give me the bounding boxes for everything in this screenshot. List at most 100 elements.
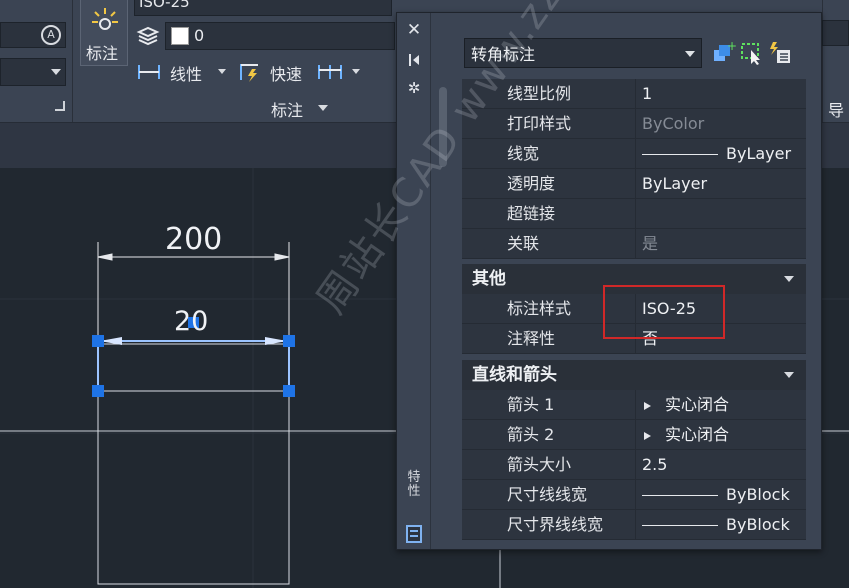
property-value: 实心闭合 [665, 425, 730, 444]
property-name: 关联 [498, 229, 636, 259]
dim-style-field[interactable]: ISO-25 [134, 0, 392, 16]
continue-dimension-icon [318, 65, 342, 79]
row-gutter [462, 450, 498, 480]
property-row-dimline-lineweight[interactable]: 尺寸线线宽 ByBlock [434, 480, 806, 510]
lineweight-sample [642, 525, 718, 526]
dimension-large-button[interactable]: 标注 [80, 0, 128, 66]
palette-properties-icon[interactable] [406, 525, 422, 543]
property-row-arrow-1[interactable]: 箭头 1 实心闭合 [434, 390, 806, 420]
layer-value: 0 [194, 26, 205, 45]
dimension-group-label: 标注 [271, 101, 304, 120]
palette-side-strip: ✕ ✲ 特性 [397, 13, 431, 549]
dimension-20-text: 20 [174, 306, 209, 337]
quick-dim-button[interactable]: 快速 [238, 58, 312, 84]
chevron-down-icon [784, 372, 794, 378]
ribbon-left-dropdown[interactable] [0, 58, 66, 86]
property-value-line[interactable]: ByBlock [636, 510, 806, 540]
row-gutter [462, 199, 498, 229]
property-value: ByLayer [726, 144, 792, 163]
grip-handle [92, 335, 104, 347]
ribbon-right-edge-label: 导 [828, 101, 845, 120]
property-value: 是 [636, 229, 806, 259]
category-lines-arrows[interactable]: 直线和箭头 [462, 360, 806, 390]
property-value-arrow[interactable]: 实心闭合 [636, 420, 806, 450]
ribbon-divider [822, 0, 823, 122]
row-gutter [462, 169, 498, 199]
property-name: 箭头 1 [498, 390, 636, 420]
arrowhead-icon [644, 401, 651, 410]
property-value-arrow[interactable]: 实心闭合 [636, 390, 806, 420]
ribbon-left-field-1[interactable]: A [0, 22, 66, 48]
property-value: ByBlock [726, 515, 790, 534]
quick-dimension-icon [240, 64, 258, 82]
row-gutter [462, 480, 498, 510]
dim-style-value: ISO-25 [139, 0, 190, 11]
row-gutter [462, 510, 498, 540]
property-row-lineweight[interactable]: 线宽 ByLayer [434, 139, 806, 169]
property-value[interactable]: 2.5 [636, 450, 806, 480]
lineweight-sample [642, 154, 718, 155]
linear-dimension-icon [138, 65, 160, 79]
dimension-panel-title[interactable]: 标注 [240, 96, 350, 120]
property-value: ByColor [636, 109, 806, 139]
property-name: 线宽 [498, 139, 636, 169]
dimension-large-label: 标注 [86, 44, 119, 63]
grip-handle [283, 385, 295, 397]
category-label: 直线和箭头 [472, 365, 557, 385]
property-name: 打印样式 [498, 109, 636, 139]
dimension-200-text: 200 [165, 222, 223, 257]
auto-hide-icon[interactable] [405, 51, 423, 69]
chevron-down-icon[interactable] [218, 69, 226, 74]
property-value[interactable]: ByLayer [636, 169, 806, 199]
row-gutter [462, 229, 498, 259]
palette-title: 特性 [407, 470, 421, 499]
drawing-rectangle [97, 343, 290, 585]
property-row-arrow-size[interactable]: 箭头大小 2.5 [434, 450, 806, 480]
property-row-associative[interactable]: 关联 是 [434, 229, 806, 259]
grip-handle [283, 335, 295, 347]
property-name: 超链接 [498, 199, 636, 229]
chevron-down-icon [51, 69, 61, 75]
property-row-arrow-2[interactable]: 箭头 2 实心闭合 [434, 420, 806, 450]
property-name: 箭头大小 [498, 450, 636, 480]
property-name: 线型比例 [498, 79, 636, 109]
panel-launcher-icon[interactable] [55, 101, 65, 111]
linear-label: 线性 [170, 65, 203, 84]
grip-handle [92, 385, 104, 397]
gear-icon[interactable]: ✲ [405, 79, 423, 97]
layers-icon[interactable] [136, 24, 160, 46]
continue-dim-button[interactable] [316, 58, 364, 84]
lineweight-sample [642, 495, 718, 496]
arrowhead-icon [644, 431, 651, 440]
property-value: ByBlock [726, 485, 790, 504]
row-gutter [462, 420, 498, 450]
chevron-down-icon [784, 276, 794, 282]
annotation-highlight-box [603, 285, 725, 339]
chevron-down-icon[interactable] [352, 69, 360, 74]
sun-dimension-icon [92, 8, 118, 30]
search-circle-icon[interactable]: A [41, 25, 61, 45]
linear-button[interactable]: 线性 [136, 58, 228, 84]
row-gutter [462, 294, 498, 324]
row-gutter [462, 324, 498, 354]
row-gutter [462, 390, 498, 420]
category-label: 其他 [472, 269, 506, 289]
property-value-line[interactable]: ByLayer [636, 139, 806, 169]
ribbon-divider [72, 0, 73, 122]
ribbon-right-field[interactable] [822, 20, 849, 46]
close-icon[interactable]: ✕ [405, 20, 423, 40]
property-row-transparency[interactable]: 透明度 ByLayer [434, 169, 806, 199]
property-value-line[interactable]: ByBlock [636, 480, 806, 510]
quick-label: 快速 [270, 65, 303, 84]
property-row-hyperlink[interactable]: 超链接 [434, 199, 806, 229]
layer-color-swatch [171, 27, 189, 45]
property-name: 尺寸线线宽 [498, 480, 636, 510]
layer-field[interactable]: 0 [165, 22, 395, 50]
property-value[interactable] [636, 199, 806, 229]
property-name: 箭头 2 [498, 420, 636, 450]
property-value[interactable]: 1 [636, 79, 806, 109]
chevron-down-icon [318, 105, 328, 111]
property-name: 尺寸界线线宽 [498, 510, 636, 540]
property-value: 实心闭合 [665, 395, 730, 414]
property-row-extline-lineweight[interactable]: 尺寸界线线宽 ByBlock [434, 510, 806, 540]
